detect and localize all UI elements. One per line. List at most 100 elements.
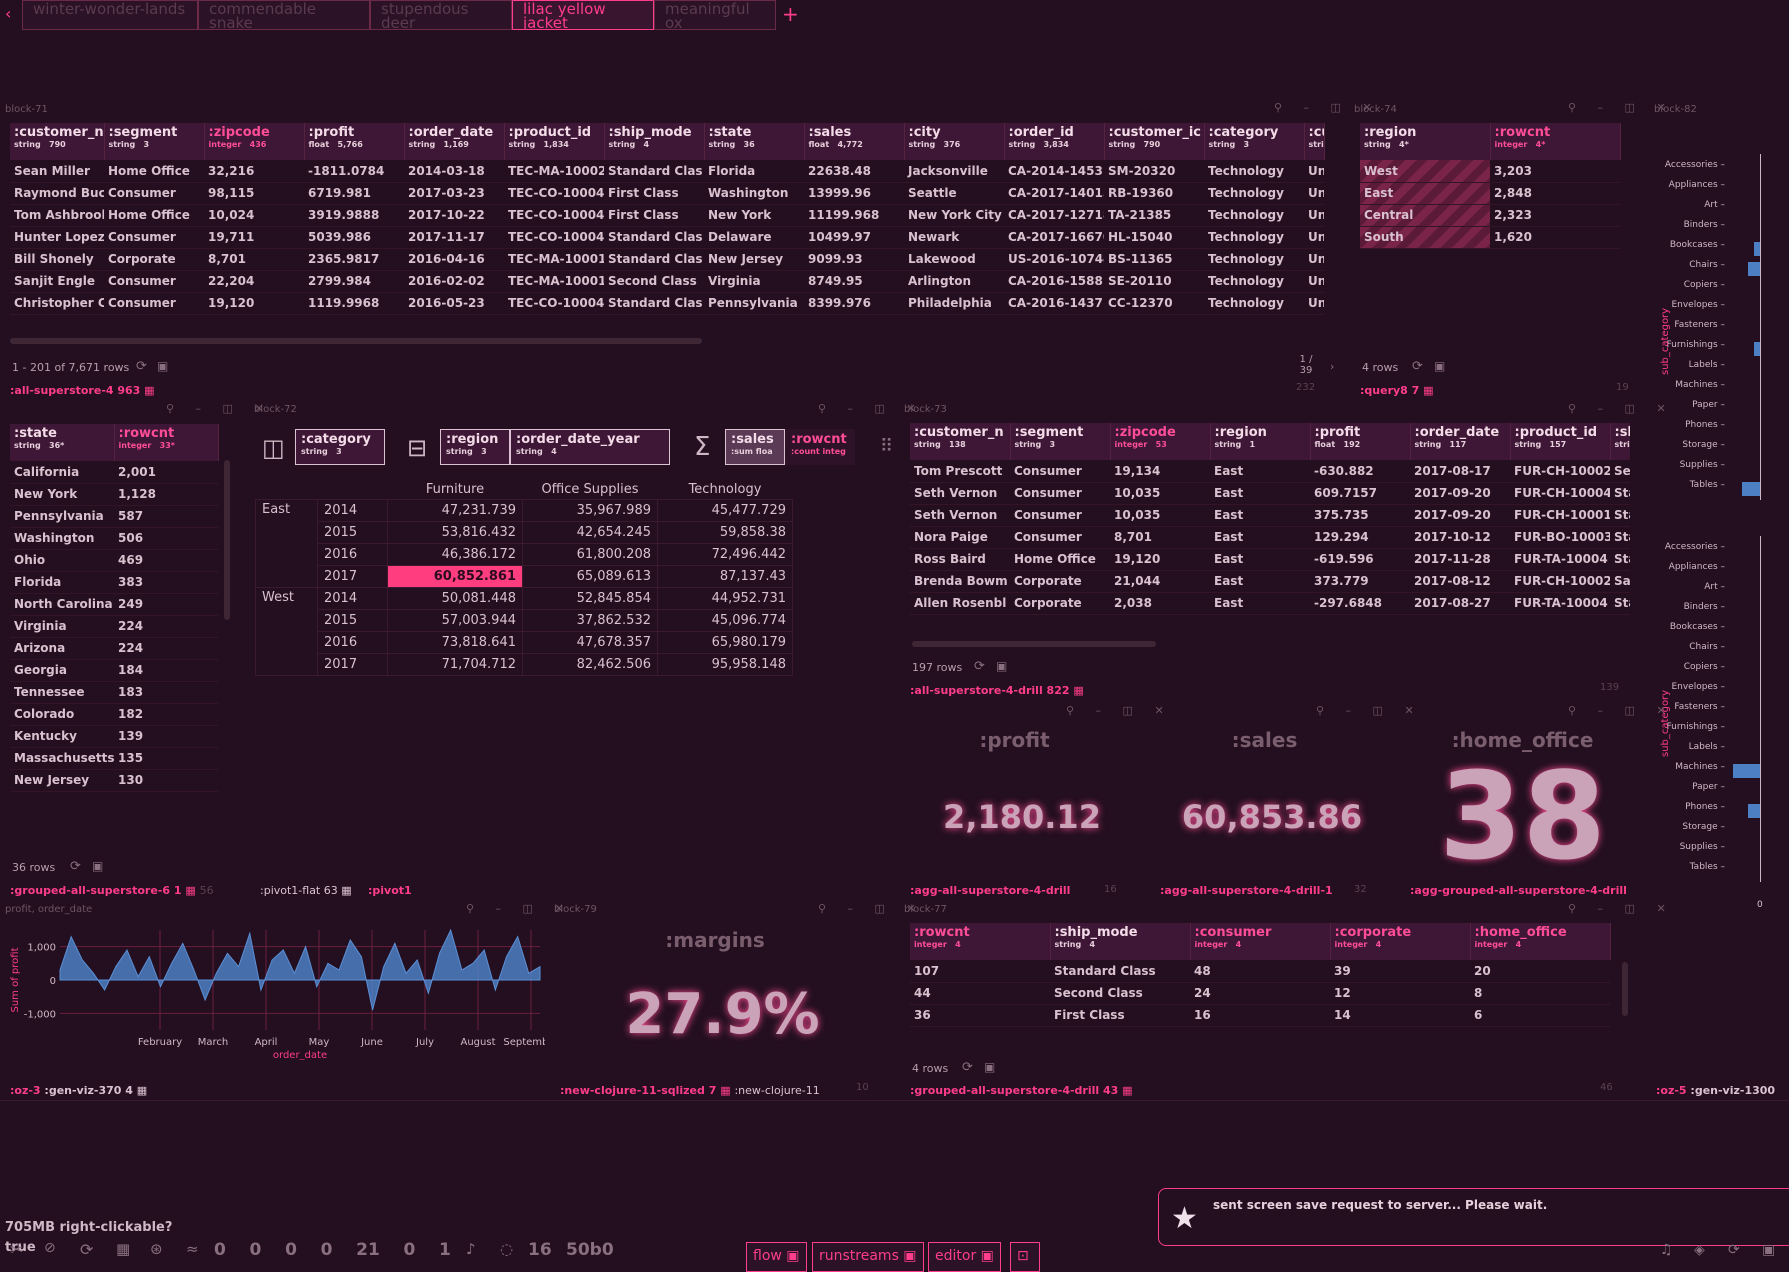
row-chip[interactable]: :region string 3 — [440, 429, 510, 465]
table-row[interactable]: Ohio 469 — [10, 549, 218, 572]
window-controls[interactable]: ⚲ – ◫ ✕ — [1066, 704, 1173, 717]
tab-lilac-yellow-jacket[interactable]: lilac yellow jacket — [512, 0, 654, 30]
pivot-cell[interactable]: 37,862.532 — [522, 609, 658, 632]
tab-stupendous-deer[interactable]: stupendous deer — [370, 0, 512, 30]
eye-off-icon[interactable]: ⊘ — [44, 1240, 56, 1256]
window-controls[interactable]: ⚲ – ◫ ✕ — [1316, 704, 1423, 717]
table-row[interactable]: 44 Second Class 24 12 8 — [910, 982, 1610, 1005]
column-header[interactable]: :segment string 3 — [104, 123, 205, 160]
column-header[interactable]: :customer_n string 138 — [910, 423, 1011, 460]
pivot-cell[interactable]: 65,980.179 — [657, 631, 793, 654]
column-header[interactable]: :order_id string 3,834 — [1004, 123, 1105, 160]
query-name[interactable]: :all-superstore-4-drill 822 ▦ — [910, 684, 1084, 697]
tab-winter-wonder-lands[interactable]: winter-wonder-lands — [22, 0, 198, 30]
pivot-cell[interactable]: 45,096.774 — [657, 609, 793, 632]
column-header[interactable]: :rowcnt integer 4* — [1490, 123, 1621, 160]
column-header[interactable]: :city string 376 — [904, 123, 1005, 160]
column-header[interactable]: :region string 4* — [1360, 123, 1491, 160]
chevron-left-icon[interactable]: ‹ — [5, 4, 11, 23]
pivot-cell[interactable]: 35,967.989 — [522, 499, 658, 522]
pivot-cell[interactable]: 45,477.729 — [657, 499, 793, 522]
table-row[interactable]: Massachusetts 135 — [10, 747, 218, 770]
table-row[interactable]: Kentucky 139 — [10, 725, 218, 748]
refresh-icon[interactable]: ⟳ — [1412, 359, 1423, 374]
table-row[interactable]: North Carolina 249 — [10, 593, 218, 616]
window-controls[interactable]: ⚲ – ◫ ✕ — [1568, 902, 1675, 915]
scrollbar[interactable] — [10, 338, 702, 344]
column-header[interactable]: :customer_n string 790 — [10, 123, 105, 160]
table-row[interactable]: 107 Standard Class 48 39 20 — [910, 960, 1610, 983]
table-row[interactable]: Tom Prescott Consumer 19,134 East -630.882 20… — [910, 460, 1630, 483]
pivot-cell[interactable]: 46,386.172 — [387, 543, 523, 566]
pivot-cell[interactable]: 50,081.448 — [387, 587, 523, 610]
lock-icon[interactable]: ⊡ — [1010, 1242, 1040, 1272]
scrollbar[interactable] — [1622, 962, 1628, 1016]
pivot-cell[interactable]: 65,089.613 — [522, 565, 658, 588]
next-page-icon[interactable]: › — [1330, 360, 1334, 373]
refresh-icon[interactable]: ⟳ — [80, 1240, 93, 1259]
image-icon[interactable]: ▣ — [1434, 359, 1445, 373]
pivot-cell[interactable]: 73,818.641 — [387, 631, 523, 654]
flow-button[interactable]: flow ▣ — [746, 1242, 807, 1272]
table-row[interactable]: Christopher CoConsumer19,1201119.9968201… — [10, 292, 1324, 315]
table-row[interactable]: Seth Vernon Consumer 10,035 East 609.7157 201… — [910, 482, 1630, 505]
table-row[interactable]: Brenda Bowm Corporate 21,044 East 373.779 201… — [910, 570, 1630, 593]
scrollbar[interactable] — [912, 641, 1156, 647]
query-name[interactable]: :agg-all-superstore-4-drill — [910, 884, 1070, 897]
table-row[interactable]: South 1,620 — [1360, 226, 1620, 249]
column-chip[interactable]: :category string 3 — [295, 429, 385, 465]
refresh-icon[interactable]: ⟳ — [962, 1060, 973, 1075]
editor-button[interactable]: editor ▣ — [928, 1242, 1001, 1272]
column-header[interactable]: :region string 1 — [1210, 423, 1311, 460]
pivot-cell[interactable]: 52,845.854 — [522, 587, 658, 610]
table-row[interactable]: Ross Baird Home Office 19,120 East -619.596 2… — [910, 548, 1630, 571]
column-header[interactable]: :zipcode integer 53 — [1110, 423, 1211, 460]
pivot-cell[interactable]: 44,952.731 — [657, 587, 793, 610]
table-row[interactable]: Virginia 224 — [10, 615, 218, 638]
column-header[interactable]: :state string 36* — [10, 424, 115, 461]
column-header[interactable]: :category string 3 — [1204, 123, 1305, 160]
pivot-cell[interactable]: 60,852.861 — [387, 565, 523, 588]
column-header[interactable]: :order_date string 1,169 — [404, 123, 505, 160]
table-row[interactable]: Colorado 182 — [10, 703, 218, 726]
pivot-cell[interactable]: 87,137.43 — [657, 565, 793, 588]
plus-icon[interactable]: + — [782, 2, 799, 26]
runstreams-button[interactable]: runstreams ▣ — [812, 1242, 924, 1272]
table-row[interactable]: California 2,001 — [10, 461, 218, 484]
query-name[interactable]: :new-clojure-11-sqlized 7 ▦ :new-clojure… — [560, 1084, 820, 1097]
pivot-cell[interactable]: 42,654.245 — [522, 521, 658, 544]
query-name[interactable]: :oz-3 :gen-viz-370 4 ▦ — [10, 1084, 147, 1097]
grid-view-icon[interactable]: ▦ — [116, 1240, 130, 1258]
table-row[interactable]: Arizona 224 — [10, 637, 218, 660]
column-header[interactable]: :home_office integer 4 — [1470, 923, 1611, 960]
column-header[interactable]: :profit float 192 — [1310, 423, 1411, 460]
column-header[interactable]: :corporate integer 4 — [1330, 923, 1471, 960]
image-icon[interactable]: ▣ — [157, 359, 168, 373]
column-header[interactable]: :consumer integer 4 — [1190, 923, 1331, 960]
save-icon[interactable]: ▣ — [1762, 1242, 1775, 1258]
refresh-icon[interactable]: ⟳ — [974, 659, 985, 674]
pivot-cell[interactable]: 47,231.739 — [387, 499, 523, 522]
table-row[interactable]: Florida 383 — [10, 571, 218, 594]
query-name[interactable]: :query8 7 ▦ — [1360, 384, 1434, 397]
query-name[interactable]: :oz-5 :gen-viz-1300 — [1656, 1084, 1775, 1097]
value-chip[interactable]: :sales:sum floa — [725, 429, 785, 465]
column-header[interactable]: :segment string 3 — [1010, 423, 1111, 460]
row-chip[interactable]: :order_date_year string 4 — [510, 429, 670, 465]
bell-icon[interactable]: ♫ — [1660, 1242, 1673, 1258]
column-header[interactable]: :profit float 5,766 — [304, 123, 405, 160]
column-header[interactable]: :custri — [1304, 123, 1325, 160]
scrollbar[interactable] — [224, 460, 230, 620]
table-row[interactable]: New York 1,128 — [10, 483, 218, 506]
tab-meaningful-ox[interactable]: meaningful ox — [654, 0, 776, 30]
globe-icon[interactable]: ⊛ — [150, 1240, 163, 1258]
refresh-icon[interactable]: ⟳ — [70, 859, 81, 874]
table-row[interactable]: Tom Ashbrook Home Office 10,024 3919.9888 20… — [10, 204, 1324, 227]
pivot-cell[interactable]: 47,678.357 — [522, 631, 658, 654]
drag-handle-icon[interactable]: ⠿ — [880, 436, 893, 457]
table-row[interactable]: Nora Paige Consumer 8,701 East 129.294 2017-1… — [910, 526, 1630, 549]
table-row[interactable]: Georgia 184 — [10, 659, 218, 682]
table-row[interactable]: Raymond Buc Consumer 98,115 6719.981 2017-03… — [10, 182, 1324, 205]
pivot-cell[interactable]: 71,704.712 — [387, 653, 523, 676]
column-header[interactable]: :order_date string 117 — [1410, 423, 1511, 460]
